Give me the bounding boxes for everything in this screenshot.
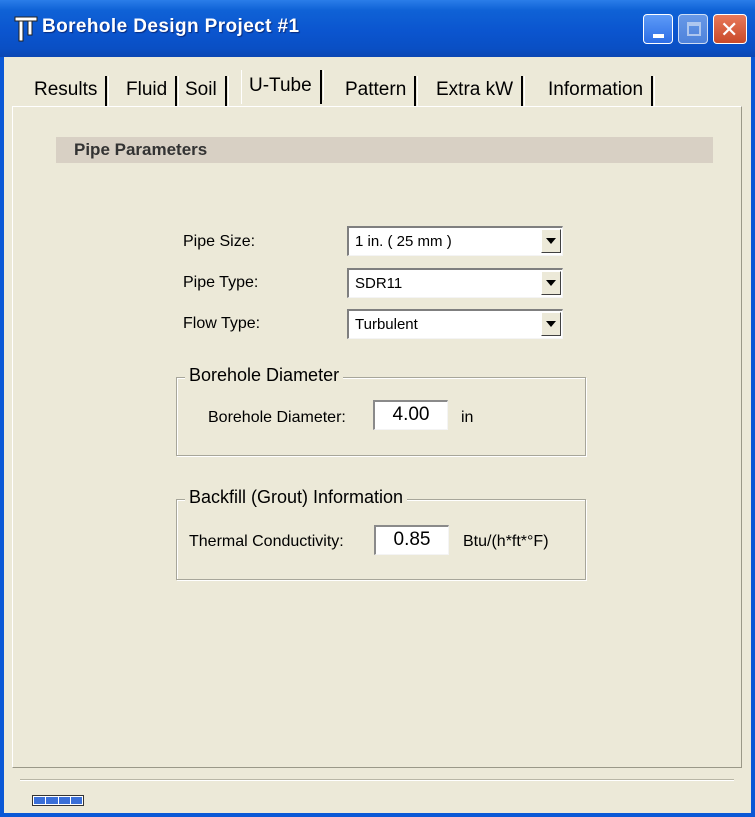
tab-fluid[interactable]: Fluid [126,76,180,106]
pipe-size-value: 1 in. ( 25 mm ) [355,233,452,250]
flow-type-value: Turbulent [355,316,418,333]
window-title: Borehole Design Project #1 [42,16,300,37]
pipe-type-select[interactable]: SDR11 [347,268,563,298]
borehole-group-title: Borehole Diameter [185,365,344,386]
chevron-down-icon [546,280,556,286]
pipe-size-label: Pipe Size: [183,233,256,250]
pipe-type-label: Pipe Type: [183,274,259,291]
thermal-conductivity-unit: Btu/(h*ft*°F) [463,533,549,550]
app-icon [14,16,38,42]
maximize-icon [687,22,701,36]
tab-pattern[interactable]: Pattern [345,76,419,106]
tab-u-tube[interactable]: U-Tube [241,70,324,104]
tab-extra-kw[interactable]: Extra kW [436,76,526,106]
section-title: Pipe Parameters [74,140,208,159]
close-button[interactable]: ✕ [713,14,747,44]
progress-indicator-icon [32,795,84,806]
tab-strip: Results Fluid Soil U-Tube Pattern Extra … [4,68,751,108]
borehole-diameter-label: Borehole Diameter: [208,409,346,426]
borehole-diameter-input[interactable]: 4.00 [373,400,448,430]
flow-type-label: Flow Type: [183,315,261,332]
chevron-down-icon [546,238,556,244]
tab-information[interactable]: Information [548,76,656,106]
minimize-button[interactable] [643,14,673,44]
maximize-button[interactable] [678,14,708,44]
pipe-size-dropdown-button[interactable] [541,229,561,253]
pipe-type-dropdown-button[interactable] [541,271,561,295]
backfill-group: Backfill (Grout) Information Thermal Con… [176,487,586,580]
pipe-size-select[interactable]: 1 in. ( 25 mm ) [347,226,563,256]
status-divider [20,779,734,780]
title-bar[interactable]: Borehole Design Project #1 ✕ [0,0,755,57]
flow-type-select[interactable]: Turbulent [347,309,563,339]
thermal-conductivity-input[interactable]: 0.85 [374,525,449,555]
backfill-group-title: Backfill (Grout) Information [185,487,408,508]
chevron-down-icon [546,321,556,327]
thermal-conductivity-label: Thermal Conductivity: [189,533,344,550]
minimize-icon [653,34,664,38]
tab-results[interactable]: Results [34,76,110,106]
pipe-type-value: SDR11 [355,275,403,292]
borehole-diameter-unit: in [461,409,474,426]
section-header: Pipe Parameters [56,137,713,163]
app-window: Borehole Design Project #1 ✕ Results Flu… [0,0,755,817]
borehole-diameter-group: Borehole Diameter Borehole Diameter: 4.0… [176,365,586,456]
tab-soil[interactable]: Soil [185,76,229,106]
flow-type-dropdown-button[interactable] [541,312,561,336]
close-icon: ✕ [720,17,739,42]
